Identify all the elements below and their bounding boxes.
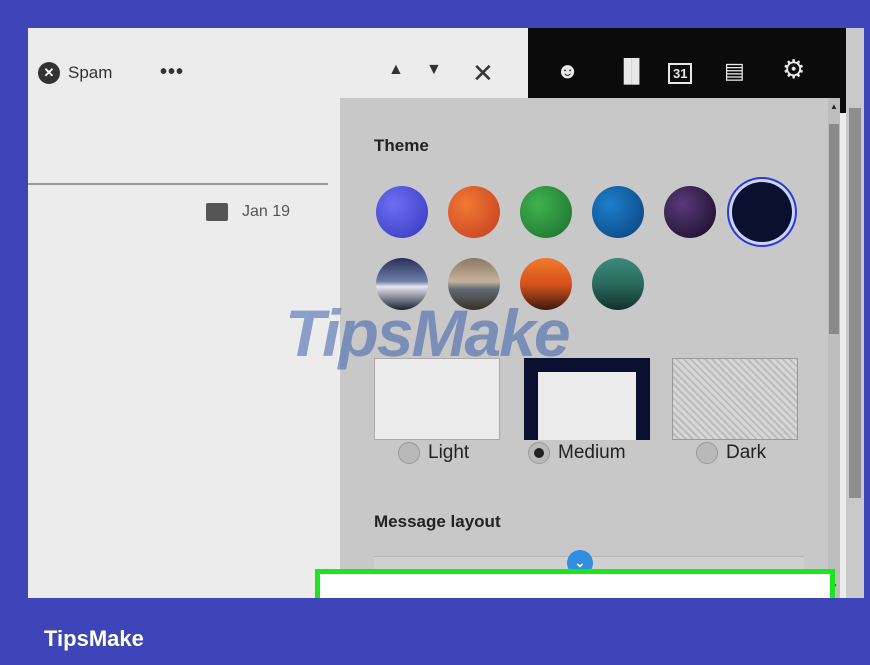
radio-light-label: Light: [428, 442, 470, 463]
close-message-button[interactable]: ✕: [472, 58, 494, 89]
highlighted-save-area[interactable]: [315, 569, 835, 598]
radio-dark-indicator: [696, 442, 718, 464]
radio-medium-label: Medium: [558, 442, 626, 463]
radio-dark-label: Dark: [726, 442, 767, 463]
theme-color-midnight-selected[interactable]: [736, 186, 788, 238]
theme-color-purple[interactable]: [664, 186, 716, 238]
previous-message-button[interactable]: ▲: [388, 61, 404, 79]
emoji-icon[interactable]: ☻: [556, 58, 579, 84]
theme-color-blue[interactable]: [376, 186, 428, 238]
message-layout-heading: Message layout: [374, 512, 501, 531]
page-scroll-thumb[interactable]: [849, 108, 861, 498]
print-icon[interactable]: [206, 203, 228, 221]
theme-color-green[interactable]: [520, 186, 572, 238]
gear-icon[interactable]: ⚙: [782, 54, 805, 85]
notepad-icon[interactable]: ▤: [724, 58, 745, 84]
panel-scroll-thumb[interactable]: [829, 124, 839, 334]
message-date: Jan 19: [242, 203, 291, 220]
density-medium-radio[interactable]: Medium: [528, 442, 626, 464]
radio-light-indicator: [398, 442, 420, 464]
next-message-button[interactable]: ▼: [426, 61, 442, 79]
scroll-up-icon[interactable]: ▲: [830, 102, 838, 111]
preview-content: [538, 372, 636, 440]
shield-x-icon: ✕: [38, 62, 60, 84]
brand-footer: TipsMake: [44, 626, 144, 651]
page-scrollbar[interactable]: [846, 28, 864, 598]
theme-heading: Theme: [374, 136, 429, 155]
panel-scrollbar[interactable]: ▲ ▼: [828, 98, 840, 598]
radio-medium-indicator: [528, 442, 550, 464]
density-dark-radio[interactable]: Dark: [696, 442, 766, 464]
message-meta: Jan 19: [206, 203, 290, 221]
theme-photo-forest[interactable]: [592, 258, 644, 310]
columns-icon[interactable]: ▐▌: [616, 58, 647, 84]
spam-button[interactable]: ✕ Spam: [38, 62, 112, 84]
density-dark-preview[interactable]: [672, 358, 798, 440]
watermark-logo: TipsMake: [285, 296, 571, 370]
spam-label: Spam: [68, 63, 113, 82]
calendar-icon[interactable]: 31: [668, 63, 693, 84]
more-actions-button[interactable]: •••: [160, 61, 184, 84]
theme-color-orange[interactable]: [448, 186, 500, 238]
theme-color-teal[interactable]: [592, 186, 644, 238]
divider: [28, 183, 328, 185]
density-light-radio[interactable]: Light: [398, 442, 469, 464]
